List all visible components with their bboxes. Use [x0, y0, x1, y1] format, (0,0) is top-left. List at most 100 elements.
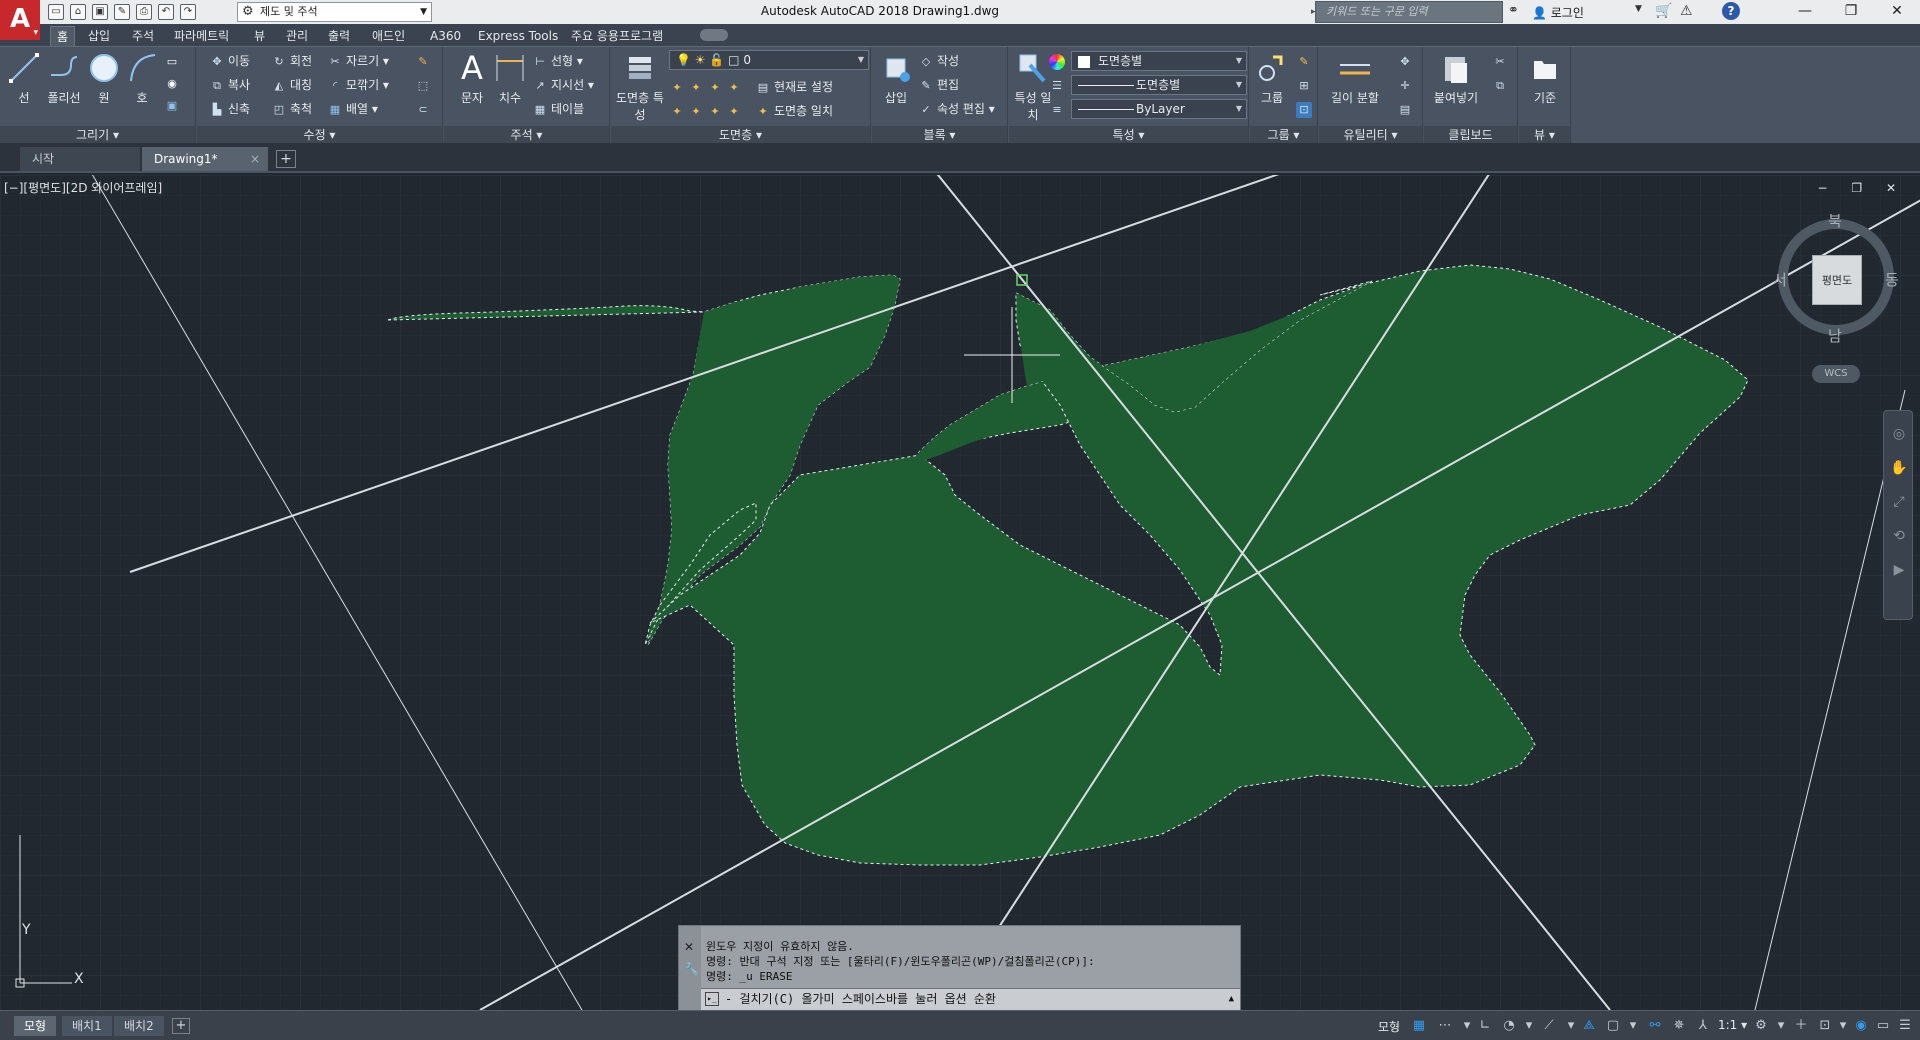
annotation-visibility-icon[interactable]: ⚯ — [1646, 1017, 1664, 1035]
layer-properties-tool[interactable]: 도면층 특성 — [615, 51, 665, 123]
drawing-viewport[interactable]: [−][평면도][2D 와이어프레임] − ❐ ✕ 평면도 북 남 동 서 WC… — [0, 175, 1920, 1010]
view-panel-title[interactable]: 뷰 ▾ — [1519, 126, 1570, 144]
pan-icon[interactable]: ✋ — [1890, 459, 1908, 477]
copy-tool[interactable]: ⧉ 복사 — [209, 75, 250, 95]
arc-tool[interactable]: 호 — [120, 51, 164, 106]
tab-manage[interactable]: 관리 — [280, 26, 314, 46]
compass-south[interactable]: 남 — [1828, 325, 1842, 346]
object-snap-tracking-icon[interactable]: ⟁ — [1580, 1017, 1598, 1035]
layout-tab-2[interactable]: 배치2 — [114, 1016, 164, 1036]
isodraft-icon[interactable]: ⟋ — [1540, 1017, 1558, 1035]
minimize-button[interactable]: — — [1782, 0, 1828, 24]
layer-lock-icon[interactable]: ✦ — [726, 80, 742, 96]
workspace-dropdown[interactable]: ⚙ 제도 및 주석 ▼ — [237, 2, 432, 22]
application-menu-button[interactable]: A ▾ — [0, 0, 40, 40]
leader-tool[interactable]: ↗ 지시선 ▾ — [532, 75, 594, 95]
viewport-window-controls[interactable]: − ❐ ✕ — [1818, 181, 1907, 195]
group-edit-tool[interactable]: ✎ — [1296, 51, 1315, 71]
model-space-toggle[interactable]: 모형 — [1378, 1018, 1400, 1035]
showmotion-icon[interactable]: ▶ — [1890, 561, 1908, 579]
tab-a360[interactable]: A360 — [424, 26, 467, 46]
chevron-down-icon[interactable]: ▼ — [1635, 4, 1642, 14]
edit-block-tool[interactable]: ✎ 편집 — [918, 75, 959, 95]
ortho-mode-icon[interactable]: ∟ — [1476, 1017, 1494, 1035]
layer-freeze-icon[interactable]: ✦ — [707, 80, 723, 96]
quick-select-tool[interactable]: ✥ — [1397, 51, 1416, 71]
new-tab-button[interactable]: + — [276, 150, 296, 168]
autoscale-icon[interactable]: ✵ — [1670, 1017, 1688, 1035]
erase-tool[interactable]: ✎ — [415, 51, 434, 71]
search-input[interactable]: 키워드 또는 구문 입력 — [1315, 1, 1503, 23]
customization-icon[interactable]: ☰ — [1896, 1017, 1914, 1035]
redo-icon[interactable]: ↷ — [180, 4, 196, 20]
viewport-controls-label[interactable]: [−][평면도][2D 와이어프레임] — [4, 179, 162, 196]
steering-wheel-icon[interactable]: ◎ — [1890, 425, 1908, 443]
draw-panel-title[interactable]: 그리기 ▾ — [0, 126, 195, 144]
chevron-down-icon[interactable]: ▾ — [1834, 1017, 1852, 1035]
move-tool[interactable]: ✥ 이동 — [209, 51, 250, 71]
layer-dropdown[interactable]: 💡 ☀ 🔓 □ 0 ▼ — [669, 50, 869, 70]
layers-panel-title[interactable]: 도면층 ▾ — [611, 126, 870, 144]
color-dropdown[interactable]: 도면층별 ▼ — [1071, 51, 1247, 71]
annotation-scale-icon[interactable]: ⅄ — [1694, 1017, 1712, 1035]
mirror-tool[interactable]: ◭ 대칭 — [271, 75, 312, 95]
ungroup-tool[interactable]: ⊞ — [1296, 75, 1315, 95]
layout-tab-1[interactable]: 배치1 — [62, 1016, 112, 1036]
polar-tracking-icon[interactable]: ◔ — [1500, 1017, 1518, 1035]
new-file-icon[interactable]: ▭ — [48, 4, 64, 20]
layer-isolate-icon[interactable]: ✦ — [688, 80, 704, 96]
chevron-down-icon[interactable]: ▾ — [1458, 1017, 1476, 1035]
table-tool[interactable]: ▦ 테이블 — [532, 99, 584, 119]
chevron-down-icon[interactable]: ▾ — [1562, 1017, 1580, 1035]
add-layout-button[interactable]: + — [172, 1018, 190, 1034]
offset-tool[interactable]: ⊂ — [415, 99, 434, 119]
wrench-icon[interactable]: 🔧 — [684, 962, 699, 976]
linear-tool[interactable]: ⊢ 선형 ▾ — [532, 51, 583, 71]
scale-tool[interactable]: ◰ 축척 — [271, 99, 312, 119]
rotate-tool[interactable]: ↻ 회전 — [271, 51, 312, 71]
layout-tab-model[interactable]: 모형 — [14, 1016, 57, 1036]
plot-icon[interactable]: ⎙ — [136, 4, 152, 20]
ribbon-toggle-icon[interactable] — [700, 29, 728, 41]
paste-tool[interactable]: 붙여넣기 — [1426, 51, 1486, 106]
tab-output[interactable]: 출력 — [322, 26, 356, 46]
group-tool[interactable]: 그룹 — [1250, 51, 1294, 106]
copy-clip-tool[interactable]: ⧉ — [1492, 75, 1511, 95]
tab-addins[interactable]: 애드인 — [366, 26, 411, 46]
linetype-dropdown[interactable]: 도면층별 ▼ — [1071, 75, 1247, 95]
plus-icon[interactable]: ＋ — [1792, 1017, 1810, 1035]
login-button[interactable]: 👤 로그인 — [1532, 4, 1584, 21]
divide-tool[interactable]: 길이 분할 — [1323, 51, 1387, 106]
close-window-button[interactable]: ✕ — [1874, 0, 1920, 24]
color-wheel[interactable] — [1049, 51, 1068, 71]
zoom-extents-icon[interactable]: ⤢ — [1890, 493, 1908, 511]
drawing-canvas[interactable] — [0, 175, 1920, 1010]
undo-icon[interactable]: ↶ — [158, 4, 174, 20]
object-snap-icon[interactable]: ▢ — [1604, 1017, 1622, 1035]
group-select-tool[interactable]: ⊡ — [1296, 99, 1315, 119]
orbit-icon[interactable]: ⟲ — [1890, 527, 1908, 545]
command-window-grip[interactable]: ✕ 🔧 — [679, 926, 701, 1010]
tab-featured-apps[interactable]: 주요 응용프로그램 — [565, 26, 669, 46]
layer-thaw-icon[interactable]: ✦ — [707, 104, 723, 120]
array-tool[interactable]: ▦ 배열 ▾ — [327, 99, 378, 119]
tab-express-tools[interactable]: Express Tools — [472, 26, 564, 46]
chevron-down-icon[interactable]: ▾ — [1772, 1017, 1790, 1035]
tab-home[interactable]: 홈 — [50, 26, 76, 46]
command-input[interactable]: ▸_ - 걸치기(C) 올가미 스페이스바를 눌러 옵션 순환 ▲ — [701, 988, 1240, 1010]
tab-start[interactable]: 시작 — [20, 147, 140, 171]
annotation-scale-dropdown[interactable]: 1:1 ▾ — [1718, 1018, 1747, 1032]
tab-annotate[interactable]: 주석 — [126, 26, 160, 46]
layer-unisolate-icon[interactable]: ✦ — [688, 104, 704, 120]
groups-panel-title[interactable]: 그룹 ▾ — [1250, 126, 1317, 144]
rectangle-tool[interactable]: ▭ — [164, 51, 183, 71]
compass-west[interactable]: 서 — [1773, 269, 1787, 290]
explode-tool[interactable]: ⬚ — [415, 75, 434, 95]
trim-tool[interactable]: ✂ 자르기 ▾ — [327, 51, 389, 71]
hatch-tool[interactable]: ◉ — [164, 73, 183, 93]
chevron-down-icon[interactable]: ▾ — [1520, 1017, 1538, 1035]
save-as-icon[interactable]: ✎ — [114, 4, 130, 20]
compass-east[interactable]: 동 — [1885, 269, 1899, 290]
clean-screen-icon[interactable]: ▭ — [1874, 1017, 1892, 1035]
grid-display-icon[interactable]: ▦ — [1410, 1017, 1428, 1035]
